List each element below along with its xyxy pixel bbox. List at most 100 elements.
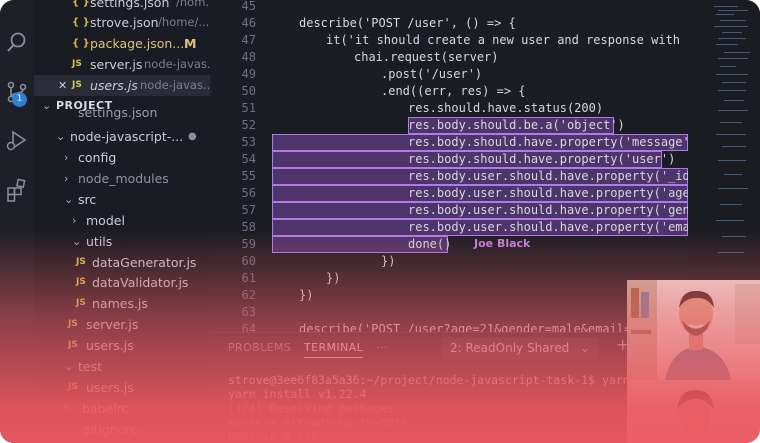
code-line: describe('POST /user', () => { (299, 16, 516, 30)
chevron-down-icon: ⌄ (579, 341, 590, 355)
tree-test-users-js[interactable]: JS users.js (34, 377, 210, 398)
line-number: 60 (241, 254, 256, 268)
code-line: res.body.should.be.a('object') (408, 118, 625, 132)
js-file-icon: JS (76, 298, 86, 308)
line-number: 61 (241, 271, 256, 285)
open-editor-package-json[interactable]: { } package.json... M (34, 33, 210, 54)
scm-badge: 1 (12, 92, 27, 107)
tree-config[interactable]: › config (34, 147, 210, 168)
code-line: res.body.should.have.property('message')… (408, 135, 688, 149)
js-file-icon: JS (76, 277, 86, 287)
tree-data-generator-js[interactable]: JS dataGenerator.js (34, 252, 210, 273)
code-line: res.body.user.should.have.property('emai… (408, 220, 688, 234)
js-file-icon: JS (68, 319, 78, 329)
tree-settings-json[interactable]: settings.json (34, 106, 210, 120)
chevron-right-icon: › (64, 172, 69, 185)
js-file-icon: JS (72, 80, 82, 90)
line-number: 55 (241, 169, 256, 183)
tree-node-modules[interactable]: › node_modules (34, 168, 210, 189)
line-number: 48 (241, 50, 256, 64)
chevron-right-icon: › (72, 214, 77, 227)
open-editor-users-js[interactable]: ✕ JS users.js node-javas... (34, 75, 210, 96)
js-file-icon: JS (72, 59, 82, 69)
code-line: describe('POST /user?age=21&gender=male&… (299, 322, 646, 332)
tree-model[interactable]: › model (34, 210, 210, 231)
code-line: res.body.user.should.have.property('age'… (408, 186, 688, 200)
minimap[interactable] (688, 0, 760, 280)
tree-test[interactable]: ⌄ test (34, 356, 210, 377)
video-tile-participant[interactable] (627, 380, 760, 443)
tree-src[interactable]: ⌄ src (34, 189, 210, 210)
line-number: 47 (241, 33, 256, 47)
line-number: 59 (241, 237, 256, 251)
terminal-select[interactable]: 2: ReadOnly Shared ⌄ (442, 337, 598, 359)
code-line: chai.request(server) (354, 50, 499, 64)
line-number: 45 (241, 0, 256, 13)
js-file-icon: JS (68, 382, 78, 392)
modified-badge: M (184, 36, 197, 51)
code-line: res.should.have.status(200) (408, 101, 604, 115)
line-number: 64 (241, 322, 256, 332)
panel-more-icon[interactable]: ··· (376, 341, 388, 354)
line-number: 56 (241, 186, 256, 200)
line-number: 51 (241, 101, 256, 115)
modified-dot-icon: ● (188, 131, 197, 142)
code-line: res.body.should.have.property('user') (408, 152, 676, 166)
tree-data-validator-js[interactable]: JS dataValidator.js (34, 272, 210, 293)
tab-terminal[interactable]: TERMINAL (304, 341, 364, 358)
video-tile-participant[interactable] (627, 280, 760, 380)
code-editor[interactable]: 45 46 47 48 49 50 51 52 53 54 55 56 57 5… (210, 0, 688, 332)
line-number: 50 (241, 84, 256, 98)
participant-video (627, 380, 760, 443)
js-file-icon: JS (68, 340, 78, 350)
collaborator-label: Joe Black (474, 237, 531, 250)
close-icon[interactable]: ✕ (58, 75, 67, 96)
tree-node-javascript[interactable]: ⌄ node-javascript-... ● (34, 126, 210, 147)
line-number: 58 (241, 220, 256, 234)
terminal-line: Done in 0.53s. (228, 429, 325, 443)
chevron-down-icon: ⌄ (56, 130, 66, 143)
code-line: .end((err, res) => { (381, 84, 526, 98)
line-number: 63 (241, 305, 256, 319)
line-number: 57 (241, 203, 256, 217)
chevron-right-icon: › (64, 151, 69, 164)
json-file-icon: { } (72, 38, 90, 49)
terminal-line: [1/4] Resolving packages... (228, 401, 415, 415)
line-number: 53 (241, 135, 256, 149)
chevron-down-icon: ⌄ (64, 193, 74, 206)
activity-bar: 1 (0, 0, 34, 443)
tree-server-js[interactable]: JS server.js (34, 314, 210, 335)
tree-utils[interactable]: ⌄ utils (34, 231, 210, 252)
participant-video (627, 280, 760, 380)
js-file-icon: JS (76, 257, 86, 267)
code-line: .post('/user') (381, 67, 483, 81)
terminal-line: success Already up-to-date. (228, 415, 415, 429)
json-file-icon: { } (72, 17, 90, 28)
tree-names-js[interactable]: JS names.js (34, 293, 210, 314)
code-line: done() (408, 237, 452, 251)
code-line: }) (381, 254, 396, 268)
code-line: res.body.user.should.have.property('_id'… (408, 169, 688, 183)
terminal-line: strove@3ee6f83a5a36:~/project/node-javas… (228, 373, 630, 387)
chevron-down-icon: ⌄ (72, 235, 82, 248)
line-number: 49 (241, 67, 256, 81)
tree-babelrc[interactable]: ⚙ .babelrc (34, 398, 210, 419)
terminal-line: yarn install v1.22.4 (228, 387, 367, 401)
tab-problems[interactable]: PROBLEMS (228, 341, 291, 354)
chevron-down-icon: ⌄ (64, 360, 74, 373)
bottom-panel: PROBLEMS TERMINAL ··· 2: ReadOnly Shared… (210, 332, 630, 443)
extensions-icon[interactable] (5, 178, 29, 202)
run-debug-icon[interactable] (5, 128, 29, 152)
open-editor-server-js[interactable]: JS server.js node-javas... (34, 54, 210, 75)
tree-gitignore[interactable]: .gitignore (34, 419, 210, 440)
explorer-sidebar: { } settings.json /hom... { } strove.jso… (34, 0, 210, 443)
open-editor-strove-json[interactable]: { } strove.json /home/... (34, 12, 210, 33)
config-file-icon: ⚙ (62, 403, 71, 414)
tree-users-js[interactable]: JS users.js (34, 335, 210, 356)
line-number: 52 (241, 118, 256, 132)
line-number: 54 (241, 152, 256, 166)
code-line: }) (326, 271, 341, 285)
search-icon[interactable] (5, 30, 29, 54)
terminal-select-value: 2: ReadOnly Shared (450, 341, 570, 355)
line-number: 62 (241, 288, 256, 302)
